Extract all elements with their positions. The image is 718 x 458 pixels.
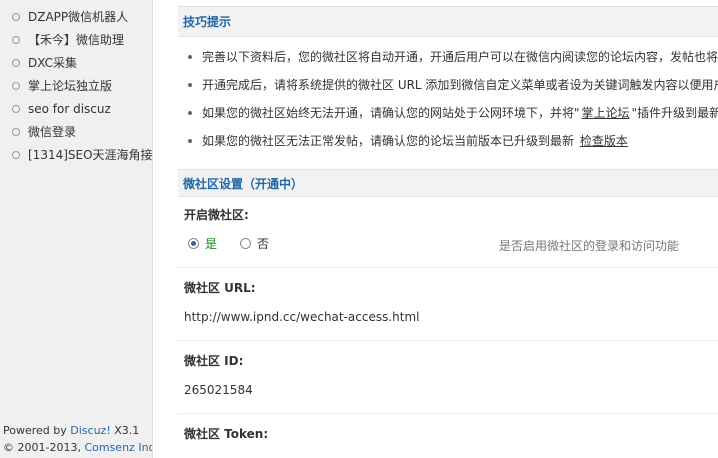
- enable-yes-radio[interactable]: 是: [188, 235, 217, 252]
- version-text: X3.1: [114, 424, 140, 437]
- comsenz-link[interactable]: Comsenz Inc.: [84, 441, 158, 454]
- sidebar-item-label: DXC采集: [28, 56, 77, 70]
- circle-bullet-icon: [12, 82, 20, 90]
- enable-radio-group: 是 否 是否启用微社区的登录和访问功能: [184, 227, 718, 267]
- tips-list: 完善以下资料后，您的微社区将自动开通，开通后用户可以在微信内阅读您的论坛内容，发…: [178, 37, 718, 159]
- tip-text: "插件升级到最新: [631, 106, 718, 120]
- id-row: 微社区 ID: 265021584: [178, 349, 718, 414]
- radio-unchecked-icon[interactable]: [240, 238, 251, 249]
- sidebar-item-label: 掌上论坛独立版: [28, 79, 113, 93]
- sidebar-item-label: DZAPP微信机器人: [28, 10, 129, 24]
- circle-bullet-icon: [12, 151, 20, 159]
- url-row: 微社区 URL: http://www.ipnd.cc/wechat-acces…: [178, 276, 718, 341]
- sidebar-item-label: 【禾今】微信助理: [28, 33, 125, 47]
- sidebar-item-dzapp-robot[interactable]: DZAPP微信机器人: [0, 6, 153, 29]
- url-value: http://www.ipnd.cc/wechat-access.html: [184, 310, 420, 324]
- sidebar-item-dxc-collect[interactable]: DXC采集: [0, 52, 153, 75]
- check-version-link[interactable]: 检查版本: [580, 134, 628, 148]
- main-content: 技巧提示 完善以下资料后，您的微社区将自动开通，开通后用户可以在微信内阅读您的论…: [178, 0, 718, 458]
- sidebar-item-seo-tianya[interactable]: [1314]SEO天涯海角接: [0, 144, 153, 167]
- enable-no-label: 否: [257, 237, 270, 251]
- tip-text: 开通完成后，请将系统提供的微社区 URL 添加到微信自定义菜单或者设为关键词触发…: [202, 78, 718, 92]
- token-label: 微社区 Token:: [184, 427, 269, 441]
- id-label: 微社区 ID:: [184, 354, 244, 368]
- sidebar-scrollbar[interactable]: [152, 0, 159, 458]
- tip-text: 如果您的微社区无法正常发帖，请确认您的论坛当前版本已升级到最新: [202, 134, 575, 148]
- sidebar-item-label: seo for discuz: [28, 102, 111, 116]
- url-label: 微社区 URL:: [184, 281, 256, 295]
- tips-title: 技巧提示: [178, 6, 718, 37]
- tip-text: 完善以下资料后，您的微社区将自动开通，开通后用户可以在微信内阅读您的论坛内容，发…: [202, 50, 718, 64]
- id-value: 265021584: [184, 383, 253, 397]
- enable-hint: 是否启用微社区的登录和访问功能: [499, 239, 680, 253]
- mobile-forum-link[interactable]: 掌上论坛: [582, 106, 630, 120]
- enable-label: 开启微社区:: [184, 208, 249, 222]
- sidebar: DZAPP微信机器人 【禾今】微信助理 DXC采集 掌上论坛独立版 seo fo…: [0, 0, 158, 458]
- copyright-text: © 2001-2013,: [3, 441, 81, 454]
- sidebar-menu: DZAPP微信机器人 【禾今】微信助理 DXC采集 掌上论坛独立版 seo fo…: [0, 0, 153, 167]
- settings-title: 微社区设置（开通中）: [178, 169, 718, 197]
- circle-bullet-icon: [12, 128, 20, 136]
- sidebar-item-wechat-assistant[interactable]: 【禾今】微信助理: [0, 29, 153, 52]
- tip-item: 如果您的微社区始终无法开通，请确认您的网站处于公网环境下，并将" 掌上论坛 "插件升…: [186, 99, 718, 127]
- enable-row: 开启微社区: 是 否 是否启用微社区的登录和访问功能: [178, 203, 718, 268]
- sidebar-item-mobile-forum[interactable]: 掌上论坛独立版: [0, 75, 153, 98]
- powered-by-text: Powered by: [3, 424, 67, 437]
- tip-item: 完善以下资料后，您的微社区将自动开通，开通后用户可以在微信内阅读您的论坛内容，发…: [186, 43, 718, 71]
- circle-bullet-icon: [12, 36, 20, 44]
- tip-text: 如果您的微社区始终无法开通，请确认您的网站处于公网环境下，并将": [202, 106, 580, 120]
- token-row: 微社区 Token:: [178, 422, 718, 446]
- tip-item: 开通完成后，请将系统提供的微社区 URL 添加到微信自定义菜单或者设为关键词触发…: [186, 71, 718, 99]
- circle-bullet-icon: [12, 105, 20, 113]
- sidebar-item-seo-discuz[interactable]: seo for discuz: [0, 98, 153, 121]
- enable-yes-label: 是: [205, 237, 218, 251]
- enable-no-radio[interactable]: 否: [240, 235, 269, 252]
- radio-checked-icon[interactable]: [188, 238, 199, 249]
- circle-bullet-icon: [12, 13, 20, 21]
- discuz-link[interactable]: Discuz!: [70, 424, 110, 437]
- circle-bullet-icon: [12, 59, 20, 67]
- sidebar-item-wechat-login[interactable]: 微信登录: [0, 121, 153, 144]
- tip-item: 如果您的微社区无法正常发帖，请确认您的论坛当前版本已升级到最新 检查版本: [186, 127, 718, 155]
- sidebar-item-label: [1314]SEO天涯海角接: [28, 148, 153, 162]
- sidebar-item-label: 微信登录: [28, 125, 77, 139]
- sidebar-footer: Powered by Discuz! X3.1 © 2001-2013, Com…: [3, 422, 158, 456]
